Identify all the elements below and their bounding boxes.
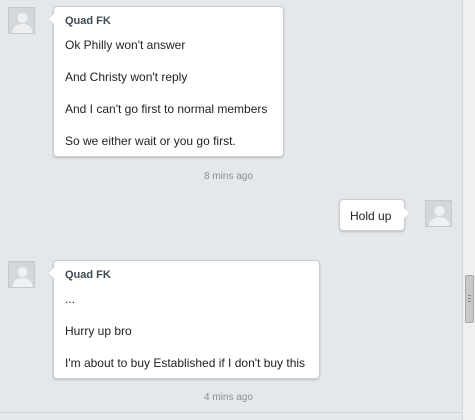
- message-bubble: Quad FK Ok Philly won't answer And Chris…: [47, 6, 284, 157]
- default-user-avatar-icon: [426, 201, 451, 226]
- sender-name[interactable]: Quad FK: [65, 15, 111, 27]
- own-avatar[interactable]: [425, 200, 452, 227]
- message-line: Ok Philly won't answer: [65, 38, 186, 52]
- divider: [0, 412, 462, 420]
- default-user-avatar-icon: [9, 8, 34, 33]
- message-timestamp: 4 mins ago: [204, 392, 253, 403]
- message-line: And Christy won't reply: [65, 70, 188, 84]
- scrollbar-thumb[interactable]: [465, 275, 474, 323]
- message-line: Hold up: [350, 209, 392, 223]
- message-line: Hurry up bro: [65, 324, 132, 338]
- message-line: ...: [65, 292, 76, 306]
- message-line: And I can't go first to normal members: [65, 102, 268, 116]
- sender-name[interactable]: Quad FK: [65, 269, 111, 281]
- message-line: So we either wait or you go first.: [65, 134, 236, 148]
- message-bubble: Quad FK ... Hurry up bro I'm about to bu…: [47, 260, 320, 379]
- sender-avatar[interactable]: [8, 7, 35, 34]
- message-line: I'm about to buy Established if I don't …: [65, 356, 306, 370]
- message-timestamp: 8 mins ago: [204, 171, 253, 182]
- vertical-scrollbar[interactable]: [462, 0, 475, 420]
- sender-avatar[interactable]: [8, 261, 35, 288]
- message-bubble-own: Hold up: [339, 199, 411, 231]
- default-user-avatar-icon: [9, 262, 34, 287]
